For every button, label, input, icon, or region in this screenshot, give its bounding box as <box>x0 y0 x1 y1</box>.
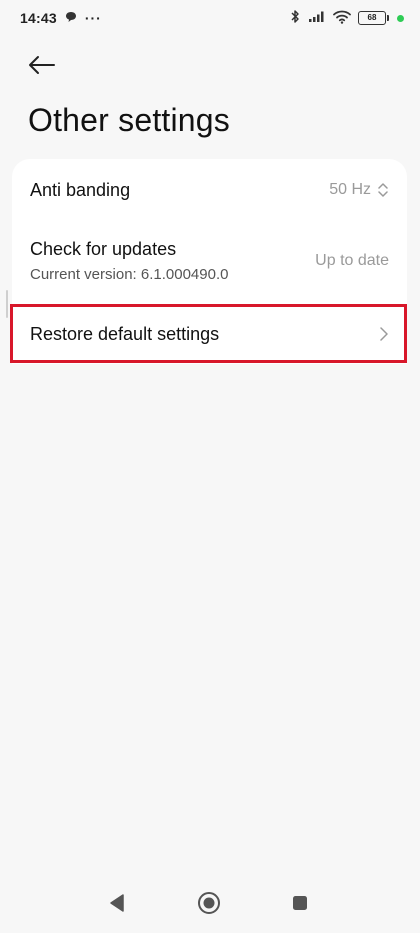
bluetooth-icon <box>290 9 301 27</box>
update-status: Up to date <box>315 252 389 269</box>
anti-banding-value-group[interactable]: 50 Hz <box>329 181 389 199</box>
chevron-right-icon <box>380 327 388 341</box>
scroll-indicator <box>6 290 8 318</box>
wifi-icon <box>333 10 351 27</box>
anti-banding-row[interactable]: Anti banding 50 Hz <box>12 159 407 221</box>
anti-banding-value: 50 Hz <box>329 181 371 198</box>
battery-icon: 68 <box>358 11 389 25</box>
anti-banding-label: Anti banding <box>30 179 131 200</box>
nav-back-button[interactable] <box>103 889 131 917</box>
restore-defaults-label: Restore default settings <box>30 323 220 344</box>
status-right: 68 <box>290 9 404 27</box>
privacy-indicator-dot <box>397 14 404 22</box>
triangle-back-icon <box>110 894 124 912</box>
status-time: 14:43 <box>20 10 57 26</box>
nav-recents-button[interactable] <box>286 889 314 917</box>
settings-card: Anti banding 50 Hz Check for updates Cur… <box>12 159 407 364</box>
current-version-text: Current version: 6.1.000490.0 <box>30 266 229 283</box>
up-down-chevron-icon <box>378 183 388 197</box>
square-recents-icon <box>293 896 307 910</box>
signal-icon <box>308 10 326 26</box>
check-updates-text: Check for updates Current version: 6.1.0… <box>30 239 228 283</box>
back-button[interactable] <box>22 48 62 82</box>
page-title: Other settings <box>28 102 231 138</box>
more-notifications-icon: ··· <box>84 10 102 26</box>
status-bar: 14:43 ··· 68 <box>0 0 420 36</box>
restore-chevron <box>379 326 389 342</box>
status-left: 14:43 ··· <box>20 10 102 26</box>
arrow-left-icon <box>29 56 55 74</box>
restore-defaults-row[interactable]: Restore default settings <box>12 304 407 364</box>
check-updates-label: Check for updates <box>30 239 177 259</box>
navigation-bar <box>0 873 420 933</box>
chat-bubble-icon <box>65 10 77 26</box>
circle-home-icon <box>198 892 220 914</box>
check-updates-row[interactable]: Check for updates Current version: 6.1.0… <box>12 231 407 291</box>
nav-home-button[interactable] <box>195 889 223 917</box>
